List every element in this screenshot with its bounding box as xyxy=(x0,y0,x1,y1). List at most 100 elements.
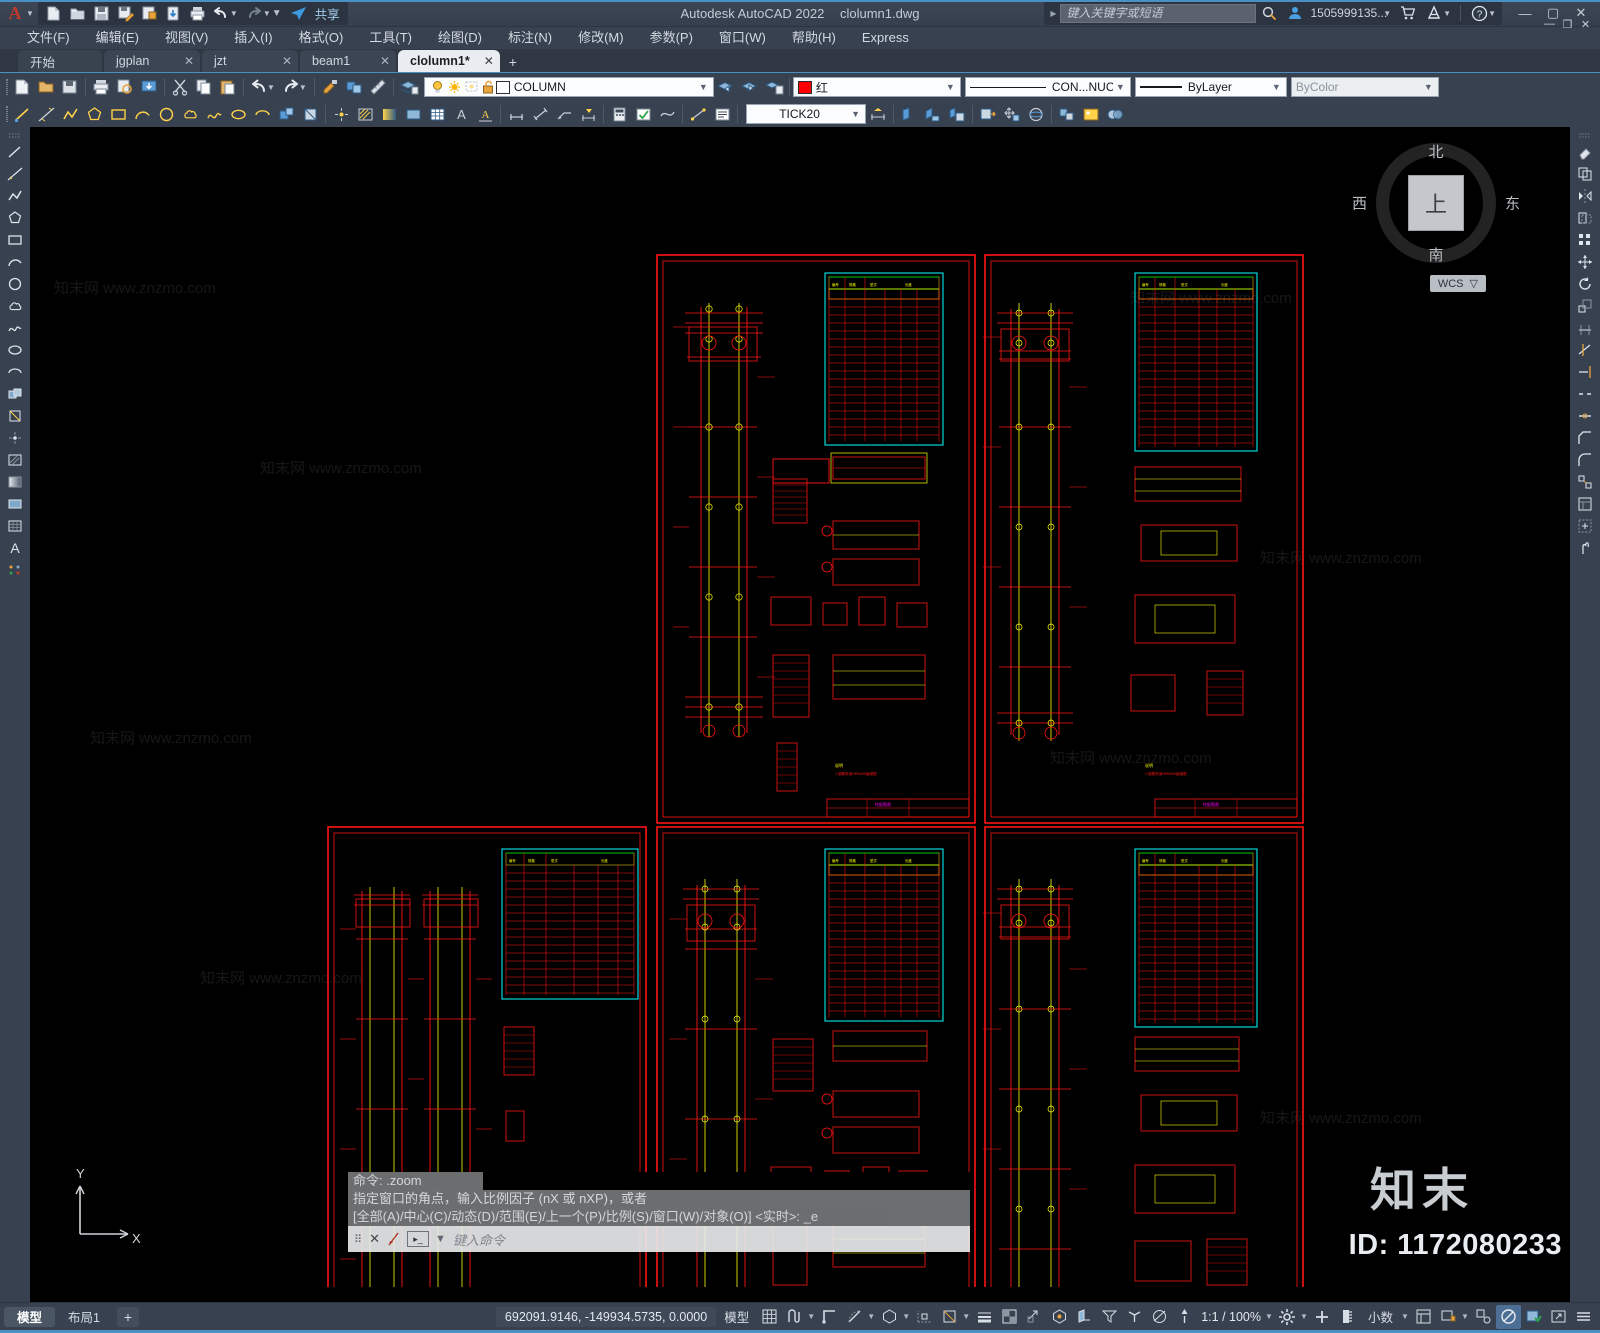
menu-window[interactable]: 窗口(W) xyxy=(706,27,779,49)
cut-icon[interactable] xyxy=(168,75,192,99)
selection-filter-toggle[interactable] xyxy=(1097,1305,1122,1329)
match-properties-icon[interactable] xyxy=(318,75,342,99)
object-snap-tracking-toggle[interactable] xyxy=(912,1305,937,1329)
redo-dropdown-icon[interactable]: ▼ xyxy=(263,9,271,18)
menu-tools[interactable]: 工具(T) xyxy=(356,27,425,49)
dynamic-input-icon[interactable] xyxy=(386,1230,401,1249)
account-name[interactable]: 1505999135... xyxy=(1308,6,1387,20)
menu-help[interactable]: 帮助(H) xyxy=(779,27,849,49)
annotation-scale-label[interactable]: 1:1 / 100% xyxy=(1197,1310,1265,1324)
layer-thaw-icon[interactable] xyxy=(446,80,463,94)
transparency-toggle[interactable] xyxy=(997,1305,1022,1329)
view-cube[interactable]: 上 北 南 西 东 xyxy=(1352,143,1520,265)
color-control-combo[interactable]: 红 ▼ xyxy=(792,77,961,97)
annotation-visibility-toggle[interactable] xyxy=(1147,1305,1172,1329)
scale-icon[interactable] xyxy=(1572,295,1598,317)
hardware-acceleration-icon[interactable] xyxy=(1310,1305,1335,1329)
menu-view[interactable]: 视图(V) xyxy=(152,27,221,49)
chevron-down-icon[interactable]: ▼ xyxy=(26,9,34,18)
view-cube-south[interactable]: 南 xyxy=(1428,244,1443,265)
copy-object-icon[interactable] xyxy=(1572,163,1598,185)
chevron-down-icon[interactable]: ▼ xyxy=(1113,82,1128,92)
tab-clolumn1[interactable]: clolumn1* ✕ xyxy=(398,50,500,72)
account-dropdown-icon[interactable]: ▼ xyxy=(1383,9,1391,18)
save-icon[interactable] xyxy=(90,3,113,24)
multiline-text-icon[interactable]: A xyxy=(449,102,473,126)
lock-ui-icon[interactable] xyxy=(1436,1305,1461,1329)
app-dropdown-icon[interactable]: ▼ xyxy=(1443,9,1451,18)
dynamic-ucs-toggle[interactable] xyxy=(1072,1305,1097,1329)
menu-modify[interactable]: 修改(M) xyxy=(565,27,637,49)
graphics-performance-icon[interactable] xyxy=(1496,1304,1521,1329)
lineweight-toggle[interactable] xyxy=(972,1305,997,1329)
hatch-icon[interactable] xyxy=(353,102,377,126)
make-block-icon[interactable] xyxy=(2,405,28,427)
view-cube-top-face[interactable]: 上 xyxy=(1408,175,1464,231)
line-icon[interactable] xyxy=(10,102,34,126)
minimize-button[interactable]: — xyxy=(1512,2,1538,24)
annotation-scale-auto-icon[interactable] xyxy=(1172,1305,1197,1329)
command-grip-icon[interactable]: ⠿ xyxy=(354,1233,363,1246)
search-input[interactable] xyxy=(1060,3,1257,23)
list-icon[interactable] xyxy=(710,102,734,126)
block-editor-icon[interactable] xyxy=(342,75,366,99)
3d-object-snap-toggle[interactable] xyxy=(1047,1305,1072,1329)
point-icon[interactable] xyxy=(2,427,28,449)
ellipse-arc-icon[interactable] xyxy=(250,102,274,126)
revcloud-icon[interactable] xyxy=(178,102,202,126)
menu-insert[interactable]: 插入(I) xyxy=(221,27,285,49)
gradient-icon[interactable] xyxy=(377,102,401,126)
aligned-dimension-icon[interactable] xyxy=(528,102,552,126)
chevron-down-icon[interactable]: ▼ xyxy=(1269,82,1284,92)
view-cube-west[interactable]: 西 xyxy=(1352,193,1367,214)
dimension-style-combo[interactable]: TICK20 ▼ xyxy=(746,104,866,124)
color-swatch[interactable] xyxy=(797,80,812,94)
object-snap-toggle[interactable] xyxy=(937,1305,962,1329)
add-layout-button[interactable]: + xyxy=(116,1306,139,1327)
command-input[interactable]: 键入命令 xyxy=(453,1230,505,1249)
chevron-down-icon[interactable]: ▼ xyxy=(807,1312,817,1321)
units-icon[interactable] xyxy=(1335,1305,1360,1329)
measure-icon[interactable] xyxy=(366,75,390,99)
chevron-down-icon[interactable]: ▼ xyxy=(1265,1312,1275,1321)
layer-properties-icon[interactable] xyxy=(397,75,421,99)
polygon-icon[interactable] xyxy=(2,207,28,229)
spline-icon[interactable] xyxy=(2,317,28,339)
rectangle-icon[interactable] xyxy=(2,229,28,251)
undo-dropdown-icon[interactable]: ▼ xyxy=(267,83,275,92)
table-icon[interactable] xyxy=(2,515,28,537)
model-tab[interactable]: 模型 xyxy=(4,1306,56,1327)
polygon-icon[interactable] xyxy=(82,102,106,126)
hatch-icon[interactable] xyxy=(2,449,28,471)
publish-icon[interactable] xyxy=(137,75,161,99)
chevron-down-icon[interactable]: ▼ xyxy=(435,1233,447,1245)
layer-color-swatch[interactable] xyxy=(495,80,510,94)
multiline-text-icon[interactable]: A xyxy=(2,537,28,559)
ucs-manager-icon[interactable] xyxy=(945,102,969,126)
copy-icon[interactable] xyxy=(192,75,216,99)
visual-style-icon[interactable] xyxy=(1055,102,1079,126)
move-object-icon[interactable] xyxy=(1572,251,1598,273)
stretch-icon[interactable] xyxy=(1572,317,1598,339)
menu-file[interactable]: 文件(F) xyxy=(14,27,83,49)
viewport-icon[interactable] xyxy=(976,102,1000,126)
circle-icon[interactable] xyxy=(2,273,28,295)
line-icon[interactable] xyxy=(2,141,28,163)
layer-unlock-icon[interactable] xyxy=(480,80,496,94)
dimension-style-icon[interactable] xyxy=(576,102,600,126)
menu-edit[interactable]: 编辑(E) xyxy=(83,27,152,49)
insert-block-icon[interactable] xyxy=(274,102,298,126)
erase-icon[interactable] xyxy=(1572,141,1598,163)
chevron-down-icon[interactable]: ▼ xyxy=(943,82,958,92)
chevron-right-icon[interactable]: ▶ xyxy=(1046,9,1060,18)
new-icon[interactable] xyxy=(42,3,65,24)
tab-jgplan[interactable]: jgplan ✕ xyxy=(104,50,200,72)
plotstyle-control-combo[interactable]: ByColor ▼ xyxy=(1290,77,1439,97)
tab-beam1[interactable]: beam1 ✕ xyxy=(300,50,396,72)
construction-line-icon[interactable] xyxy=(34,102,58,126)
tab-jzt[interactable]: jzt ✕ xyxy=(202,50,298,72)
print-icon[interactable] xyxy=(186,3,209,24)
plot-preview-icon[interactable] xyxy=(138,3,161,24)
open-icon[interactable] xyxy=(66,3,89,24)
linetype-control-combo[interactable]: CON...NUOU ▼ xyxy=(964,77,1131,97)
